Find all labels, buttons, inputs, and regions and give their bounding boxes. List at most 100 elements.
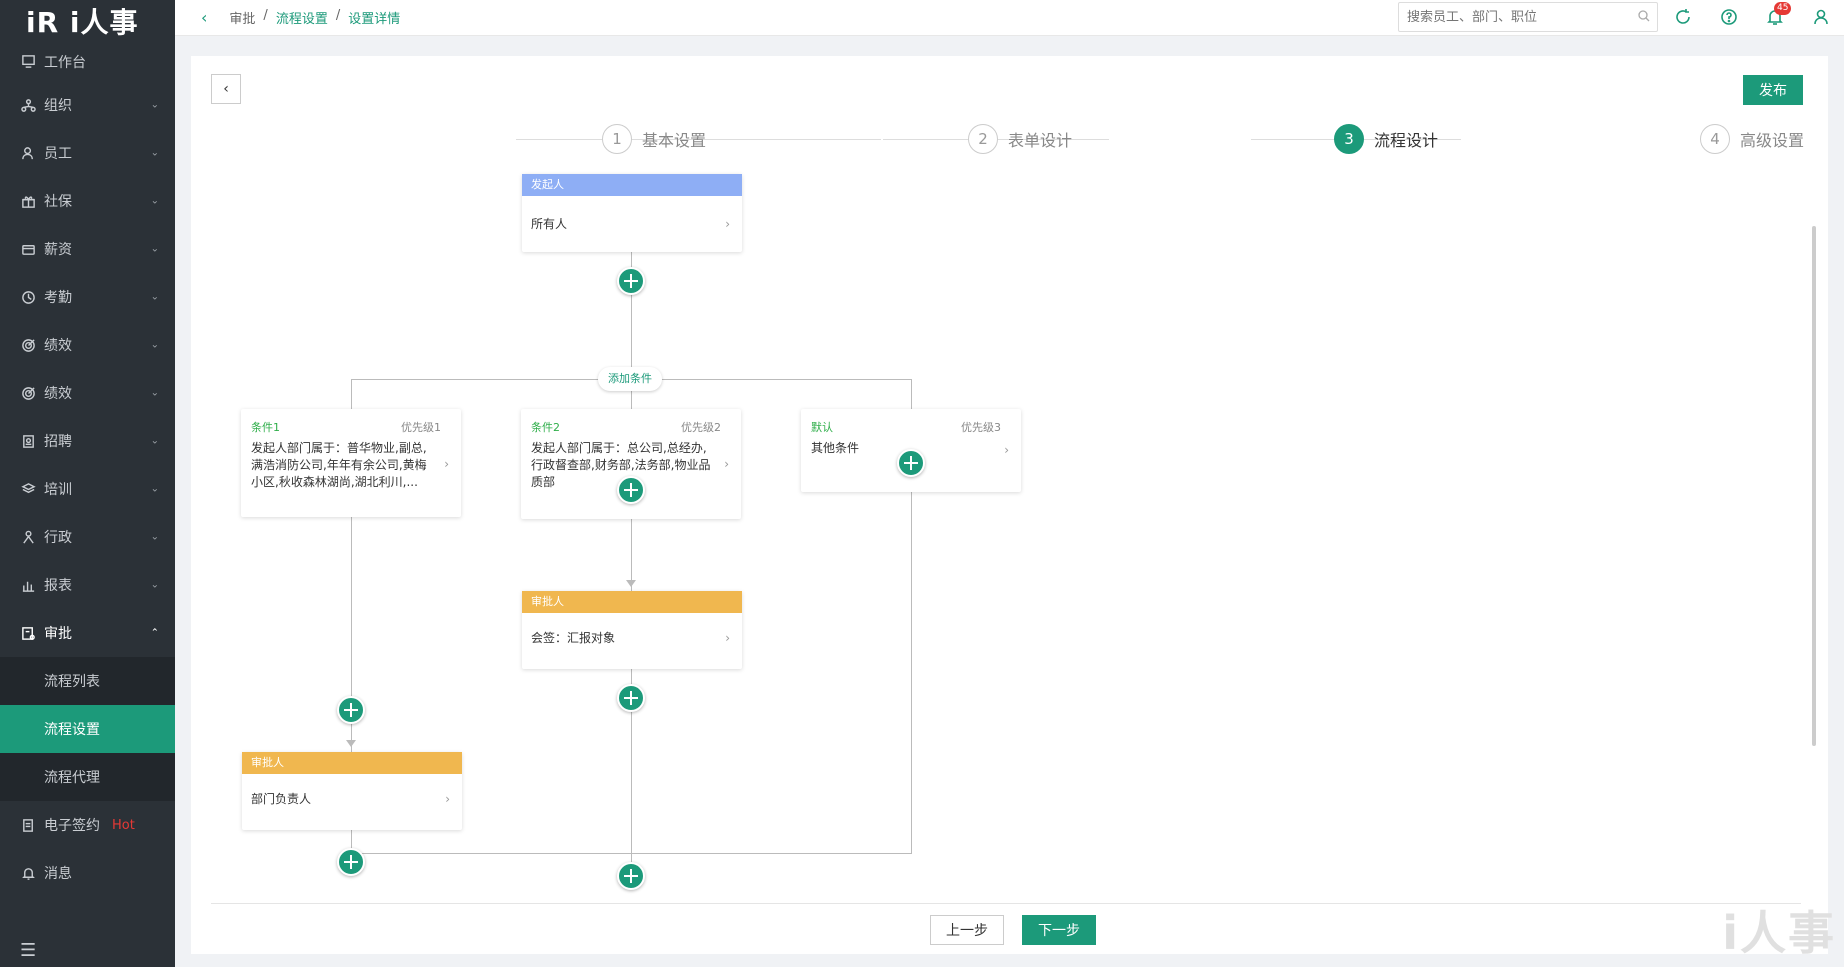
node-body: 部门负责人 › xyxy=(242,774,462,824)
add-node-button[interactable] xyxy=(337,848,365,876)
collapse-menu-icon[interactable]: ☰ xyxy=(20,940,36,961)
chevron-down-icon: ⌄ xyxy=(150,387,159,399)
approver-node[interactable]: 审批人 会签：汇报对象 › xyxy=(522,591,742,669)
sidebar-item-label: 考勤 xyxy=(44,290,72,306)
initiator-node[interactable]: 发起人 所有人 › xyxy=(522,174,742,252)
logo[interactable]: iR i人事 xyxy=(0,0,175,42)
bell-icon xyxy=(20,865,36,881)
chevron-right-icon: › xyxy=(725,631,730,645)
add-condition-button[interactable]: 添加条件 xyxy=(598,367,662,391)
gift-icon xyxy=(20,193,36,209)
chevron-down-icon: ⌄ xyxy=(150,291,159,303)
sidebar-subitem-process-proxy[interactable]: 流程代理 xyxy=(0,753,175,801)
document-icon xyxy=(20,817,36,833)
topbar: ‹ 审批 / 流程设置 / 设置详情 45 xyxy=(175,0,1844,36)
sidebar-item-label: 工作台 xyxy=(44,54,86,71)
connector-line xyxy=(911,379,912,409)
add-node-button[interactable] xyxy=(617,684,645,712)
notification-bell-icon[interactable]: 45 xyxy=(1766,2,1792,26)
back-arrow-icon[interactable]: ‹ xyxy=(201,8,207,27)
sidebar-item-approval[interactable]: 审批 ⌃ xyxy=(0,609,175,657)
breadcrumb-process-settings[interactable]: 流程设置 xyxy=(276,8,328,27)
breadcrumb-approval[interactable]: 审批 xyxy=(229,8,255,27)
chevron-down-icon: ⌄ xyxy=(150,147,159,159)
prev-step-button[interactable]: 上一步 xyxy=(930,915,1004,945)
flow-canvas: 发起人 所有人 › 添加条件 条件1 优先级1 发起人部门属于：普华物业,副总,… xyxy=(191,166,1781,890)
sidebar-item-reports[interactable]: 报表 ⌄ xyxy=(0,561,175,609)
org-icon xyxy=(20,97,36,113)
sidebar-item-messages[interactable]: 消息 xyxy=(0,849,175,897)
node-header: 审批人 xyxy=(522,591,742,613)
condition-name: 默认 xyxy=(811,421,833,434)
user-avatar-icon[interactable] xyxy=(1812,8,1830,26)
wallet-icon xyxy=(20,241,36,257)
breadcrumb-settings-detail: 设置详情 xyxy=(348,12,401,27)
sidebar-item-employee[interactable]: 员工 ⌄ xyxy=(0,129,175,177)
step-label: 表单设计 xyxy=(1008,131,1073,150)
sidebar-item-org[interactable]: 组织 ⌄ xyxy=(0,81,175,129)
step-process-design[interactable]: 3 流程设计 xyxy=(1334,124,1438,154)
step-advanced-settings[interactable]: 4 高级设置 xyxy=(1700,124,1804,154)
chevron-down-icon: ⌄ xyxy=(150,483,159,495)
person-icon xyxy=(20,529,36,545)
add-node-button[interactable] xyxy=(337,696,365,724)
sidebar-subitem-label: 流程列表 xyxy=(44,674,100,690)
node-body-text: 所有人 xyxy=(531,217,568,231)
add-node-button[interactable] xyxy=(897,449,925,477)
sidebar-item-admin[interactable]: 行政 ⌄ xyxy=(0,513,175,561)
target-icon xyxy=(20,385,36,401)
step-number: 2 xyxy=(968,124,998,154)
hot-badge: Hot xyxy=(112,817,135,833)
layers-icon xyxy=(20,481,36,497)
node-body-text: 部门负责人 xyxy=(251,792,312,806)
sidebar-item-performance-2[interactable]: 绩效 ⌄ xyxy=(0,369,175,417)
bar-chart-icon xyxy=(20,577,36,593)
sidebar-subitem-process-list[interactable]: 流程列表 xyxy=(0,657,175,705)
monitor-icon xyxy=(20,54,36,70)
sidebar-item-label: 消息 xyxy=(44,866,72,882)
sidebar-item-performance[interactable]: 绩效 ⌄ xyxy=(0,321,175,369)
sidebar-item-attendance[interactable]: 考勤 ⌄ xyxy=(0,273,175,321)
sidebar-item-recruitment[interactable]: 招聘 ⌄ xyxy=(0,417,175,465)
condition-header: 条件1 优先级1 xyxy=(241,409,461,435)
sidebar-item-training[interactable]: 培训 ⌄ xyxy=(0,465,175,513)
publish-button[interactable]: 发布 xyxy=(1743,75,1803,105)
next-step-button[interactable]: 下一步 xyxy=(1022,915,1096,945)
sidebar-item-label: 绩效 xyxy=(44,386,72,402)
search-icon[interactable] xyxy=(1638,10,1650,22)
chevron-right-icon: › xyxy=(1004,443,1009,457)
breadcrumb-separator: / xyxy=(335,8,341,23)
refresh-icon[interactable] xyxy=(1674,8,1692,26)
approver-node[interactable]: 审批人 部门负责人 › xyxy=(242,752,462,830)
node-header: 审批人 xyxy=(242,752,462,774)
connector-line xyxy=(351,853,912,854)
sidebar-item-salary[interactable]: 薪资 ⌄ xyxy=(0,225,175,273)
sidebar-item-label: 审批 xyxy=(44,626,72,642)
sidebar-item-label: 招聘 xyxy=(44,434,72,450)
chevron-down-icon: ⌄ xyxy=(150,579,159,591)
sidebar-subitem-process-settings[interactable]: 流程设置 xyxy=(0,705,175,753)
chevron-up-icon: ⌃ xyxy=(150,627,159,639)
add-node-button[interactable] xyxy=(617,267,645,295)
node-body-text: 会签：汇报对象 xyxy=(531,631,616,645)
connector-line xyxy=(351,379,352,409)
step-label: 高级设置 xyxy=(1740,131,1805,150)
condition-name: 条件1 xyxy=(251,421,280,434)
sidebar-item-social-security[interactable]: 社保 ⌄ xyxy=(0,177,175,225)
add-node-button[interactable] xyxy=(617,862,645,890)
vertical-scrollbar[interactable] xyxy=(1812,226,1816,746)
sidebar-item-workbench[interactable]: 工作台 xyxy=(0,42,175,81)
sidebar-item-esign[interactable]: 电子签约 Hot xyxy=(0,801,175,849)
step-form-design[interactable]: 2 表单设计 xyxy=(968,124,1072,154)
condition-priority: 优先级2 xyxy=(681,421,721,434)
step-basic-settings[interactable]: 1 基本设置 xyxy=(602,124,706,154)
condition-node[interactable]: 条件1 优先级1 发起人部门属于：普华物业,副总,满浩消防公司,年年有余公司,黄… xyxy=(241,409,461,517)
search-input[interactable] xyxy=(1398,2,1658,32)
sidebar-item-label: 员工 xyxy=(44,146,72,162)
node-header: 发起人 xyxy=(522,174,742,196)
add-node-button[interactable] xyxy=(617,476,645,504)
sidebar-item-label: 组织 xyxy=(44,98,72,114)
help-icon[interactable] xyxy=(1720,8,1738,26)
condition-name: 条件2 xyxy=(531,421,560,434)
card-back-button[interactable]: ‹ xyxy=(211,74,241,104)
